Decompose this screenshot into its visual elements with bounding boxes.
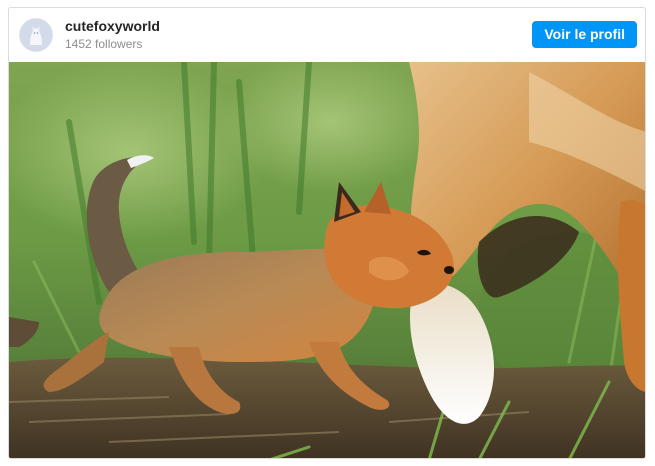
username[interactable]: cutefoxyworld <box>65 18 160 35</box>
post-photo[interactable] <box>9 62 645 458</box>
profile-embed-card: cutefoxyworld 1452 followers Voir le pro… <box>8 7 646 459</box>
avatar-image <box>20 19 52 51</box>
avatar[interactable] <box>19 18 53 52</box>
card-header: cutefoxyworld 1452 followers Voir le pro… <box>9 8 645 62</box>
profile-meta: cutefoxyworld 1452 followers <box>65 18 160 52</box>
follower-count: 1452 followers <box>65 37 143 51</box>
fox-photo-image <box>9 62 645 458</box>
view-profile-button[interactable]: Voir le profil <box>532 21 637 48</box>
